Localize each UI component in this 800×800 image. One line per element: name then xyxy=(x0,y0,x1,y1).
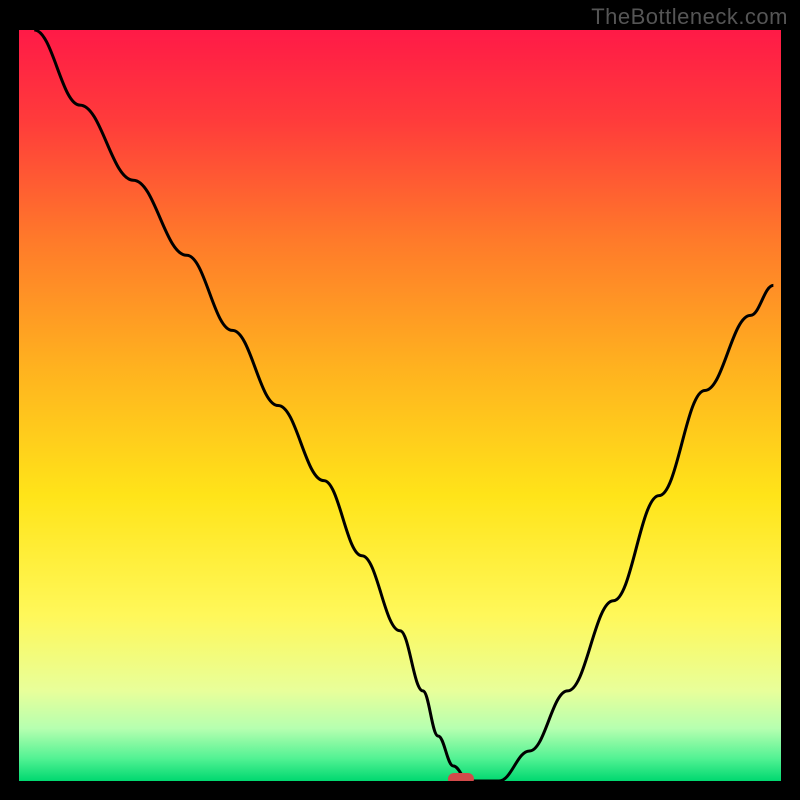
watermark-text: TheBottleneck.com xyxy=(591,4,788,30)
gradient-background xyxy=(19,30,781,781)
bottleneck-chart xyxy=(19,30,781,781)
chart-frame: TheBottleneck.com xyxy=(0,0,800,800)
plot-area xyxy=(19,30,781,781)
optimal-marker xyxy=(448,773,474,781)
